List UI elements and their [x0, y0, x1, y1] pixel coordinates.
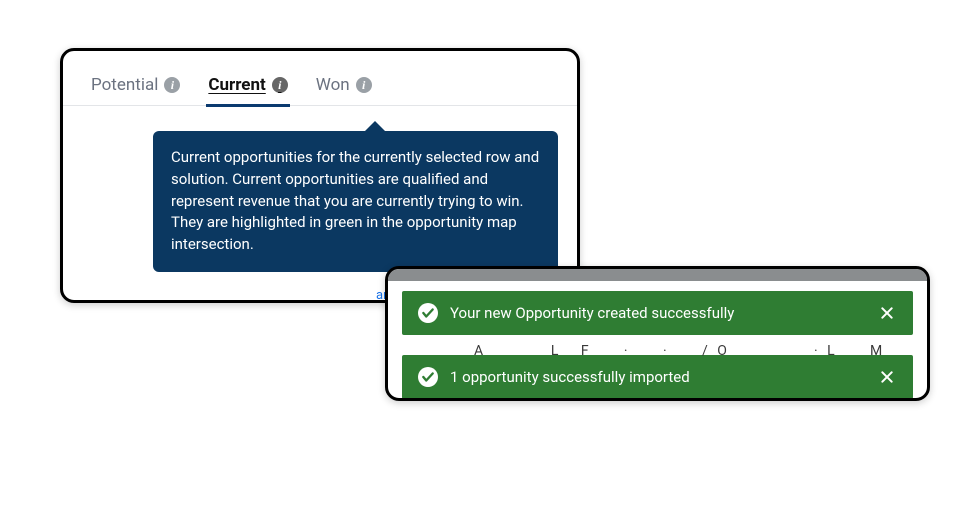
- panel-topbar: [388, 269, 927, 281]
- tabs-panel: Potential i Current i Won i Current oppo…: [60, 48, 580, 303]
- close-icon[interactable]: [877, 303, 897, 323]
- toast-success: 1 opportunity successfully imported: [402, 355, 913, 399]
- tab-label: Potential: [91, 75, 158, 95]
- tooltip-text: Current opportunities for the currently …: [171, 148, 539, 253]
- toast-message: Your new Opportunity created successfull…: [450, 304, 877, 322]
- tab-current[interactable]: Current i: [208, 75, 287, 95]
- tab-label: Won: [316, 75, 350, 95]
- toast-message: 1 opportunity successfully imported: [450, 368, 877, 386]
- info-icon[interactable]: i: [356, 77, 372, 93]
- info-icon[interactable]: i: [164, 77, 180, 93]
- check-circle-icon: [418, 303, 438, 323]
- toast-success: Your new Opportunity created successfull…: [402, 291, 913, 335]
- tab-label: Current: [208, 75, 265, 95]
- check-circle-icon: [418, 367, 438, 387]
- close-icon[interactable]: [877, 367, 897, 387]
- tab-won[interactable]: Won i: [316, 75, 372, 95]
- info-icon[interactable]: i: [272, 77, 288, 93]
- toasts-panel: Your new Opportunity created successfull…: [385, 266, 930, 401]
- tabs-row: Potential i Current i Won i: [63, 51, 577, 106]
- tab-tooltip: Current opportunities for the currently …: [153, 131, 558, 272]
- toast-container: Your new Opportunity created successfull…: [388, 291, 927, 399]
- tab-potential[interactable]: Potential i: [91, 75, 180, 95]
